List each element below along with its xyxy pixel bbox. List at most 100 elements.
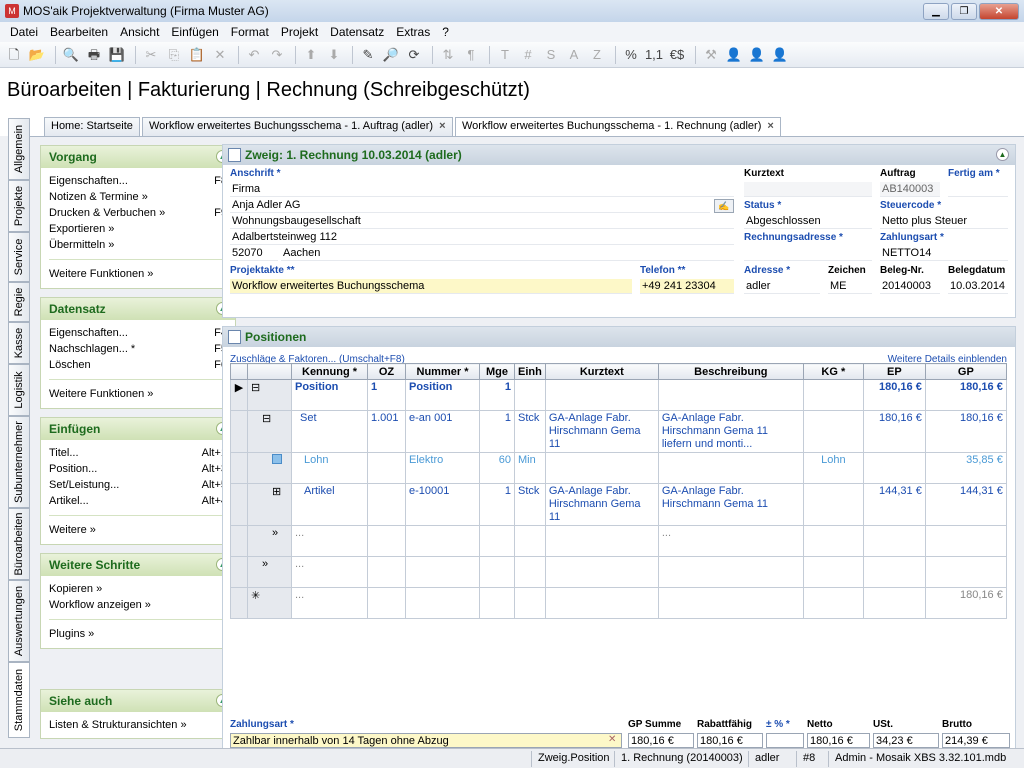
menu-projekt[interactable]: Projekt [275,25,324,39]
vtab-subunternehmer[interactable]: Subunternehmer [8,416,30,508]
ort-field[interactable]: Aachen [281,246,734,261]
vtab-service[interactable]: Service [8,232,30,282]
minimize-button[interactable]: ▁ [923,2,949,20]
table-row[interactable]: » ... [230,556,1007,588]
sort-icon[interactable]: ⇅ [438,45,458,65]
col-kennung[interactable]: Kennung * [291,363,368,380]
menu-help[interactable]: ? [436,25,455,39]
hash-icon[interactable]: # [518,45,538,65]
vtab-stammdaten[interactable]: Stammdaten [8,662,30,738]
table-row[interactable]: ⊟ Set 1.001 e-an 001 1 Stck GA-Anlage Fa… [230,410,1007,453]
vtab-logistik[interactable]: Logistik [8,364,30,416]
currency-icon[interactable]: €$ [667,45,687,65]
col-kg[interactable]: KG * [802,363,864,380]
collapse-icon[interactable]: ▲ [996,148,1009,161]
table-row[interactable]: » ... ... [230,525,1007,557]
table-row[interactable]: Lohn Elektro 60 Min Lohn 35,85 € [230,452,1007,484]
close-icon[interactable]: × [439,120,445,132]
s-icon[interactable]: S [541,45,561,65]
copy-icon[interactable]: ⎘ [164,45,184,65]
col-ep[interactable]: EP [862,363,926,380]
tab-home[interactable]: Home: Startseite [44,117,140,136]
move-down-icon[interactable]: ⬇ [324,45,344,65]
menu-datei[interactable]: Datei [4,25,44,39]
print-icon[interactable]: 🖶 [84,45,104,65]
print-preview-icon[interactable]: 🔍 [61,45,81,65]
maximize-button[interactable]: ❐ [951,2,977,20]
new-icon[interactable]: 🗋 [4,45,24,65]
zahlungsart-footer-field[interactable]: Zahlbar innerhalb von 14 Tagen ohne Abzu… [230,733,622,748]
tree-expand-icon[interactable]: ⊞ [247,483,292,526]
action-notizen[interactable]: Notizen & Termine » [41,189,235,205]
refresh-icon[interactable]: ⟳ [404,45,424,65]
action-position[interactable]: Position... Alt+3 [41,461,235,477]
tools-icon[interactable]: ⚒ [701,45,721,65]
anschrift-line-3[interactable]: Wohnungsbaugesellschaft [230,214,734,229]
clear-icon[interactable]: ✕ [608,734,616,745]
anschrift-line-2[interactable]: Anja Adler AG [230,198,710,213]
action-weitere-funktionen[interactable]: Weitere Funktionen » [41,266,235,282]
format-icon[interactable]: ¶ [461,45,481,65]
group-header[interactable]: Einfügen▲ [41,418,235,440]
col-gp[interactable]: GP [924,363,1007,380]
new-row-icon[interactable]: ✳ [247,587,292,619]
rechnungsadresse-field[interactable] [744,246,872,261]
steuercode-field[interactable]: Netto plus Steuer [880,214,1008,229]
belegdatum-field[interactable]: 10.03.2014 [948,279,1008,294]
group-header[interactable]: Weitere Schritte▲ [41,554,235,576]
table-row[interactable]: ▶ ⊟ Position 1 Position 1 180,16 € 180,1… [230,379,1007,411]
kurztext-field[interactable] [744,182,872,197]
anschrift-line-4[interactable]: Adalbertsteinweg 112 [230,230,734,245]
new-child-icon[interactable]: » [247,525,292,557]
signature-icon[interactable]: ✍ [714,199,734,213]
delete-icon[interactable]: ✕ [210,45,230,65]
table-row[interactable]: ✳ ... 180,16 € [230,587,1007,619]
status-field[interactable]: Abgeschlossen [744,214,872,229]
user-red-icon[interactable]: 👤 [770,45,790,65]
save-icon[interactable]: 💾 [107,45,127,65]
row-selector-icon[interactable]: ▶ [230,379,248,411]
menu-datensatz[interactable]: Datensatz [324,25,390,39]
col-einh[interactable]: Einh [514,363,546,380]
close-button[interactable]: ✕ [979,2,1019,20]
percent-icon[interactable]: % [621,45,641,65]
action-workflow-anzeigen[interactable]: Workflow anzeigen » [41,597,235,613]
menu-ansicht[interactable]: Ansicht [114,25,165,39]
action-plugins[interactable]: Plugins » [41,626,235,642]
action-artikel[interactable]: Artikel... Alt+4 [41,493,235,509]
tree-collapse-icon[interactable]: ⊟ [247,379,292,411]
tab-auftrag[interactable]: Workflow erweitertes Buchungsschema - 1.… [142,117,453,136]
action-set-leistung[interactable]: Set/Leistung... Alt+5 [41,477,235,493]
action-weitere[interactable]: Weitere » [41,522,235,538]
action-exportieren[interactable]: Exportieren » [41,221,235,237]
auftrag-field[interactable]: AB140003 [880,182,940,197]
pct-field[interactable] [766,733,804,748]
tab-rechnung[interactable]: Workflow erweitertes Buchungsschema - 1.… [455,117,781,137]
user-blue-icon[interactable]: 👤 [724,45,744,65]
vtab-projekte[interactable]: Projekte [8,180,30,232]
new-child-icon[interactable]: » [247,556,292,588]
projektakte-field[interactable]: Workflow erweitertes Buchungsschema [230,279,632,294]
plz-field[interactable]: 52070 [230,246,278,261]
group-header[interactable]: Vorgang▲ [41,146,235,168]
close-icon[interactable]: × [767,120,773,132]
col-mge[interactable]: Mge [479,363,515,380]
menu-einfuegen[interactable]: Einfügen [165,25,224,39]
group-header[interactable]: Datensatz▲ [41,298,235,320]
col-kurztext[interactable]: Kurztext [544,363,659,380]
cut-icon[interactable]: ✂ [141,45,161,65]
user-yellow-icon[interactable]: 👤 [747,45,767,65]
adresse-field[interactable]: adler [744,279,820,294]
vtab-regie[interactable]: Regie [8,282,30,322]
col-oz[interactable]: OZ [367,363,406,380]
z-icon[interactable]: Z [587,45,607,65]
action-listen[interactable]: Listen & Strukturansichten » [41,717,235,733]
tree-collapse-icon[interactable]: ⊟ [247,410,292,453]
undo-icon[interactable]: ↶ [244,45,264,65]
action-nachschlagen[interactable]: Nachschlagen... * F5 [41,341,235,357]
a-icon[interactable]: A [564,45,584,65]
group-header[interactable]: Siehe auch▲ [41,690,235,712]
belegnr-field[interactable]: 20140003 [880,279,940,294]
pencil-icon[interactable]: ✎ [358,45,378,65]
zahlungsart-field[interactable]: NETTO14 [880,246,1008,261]
